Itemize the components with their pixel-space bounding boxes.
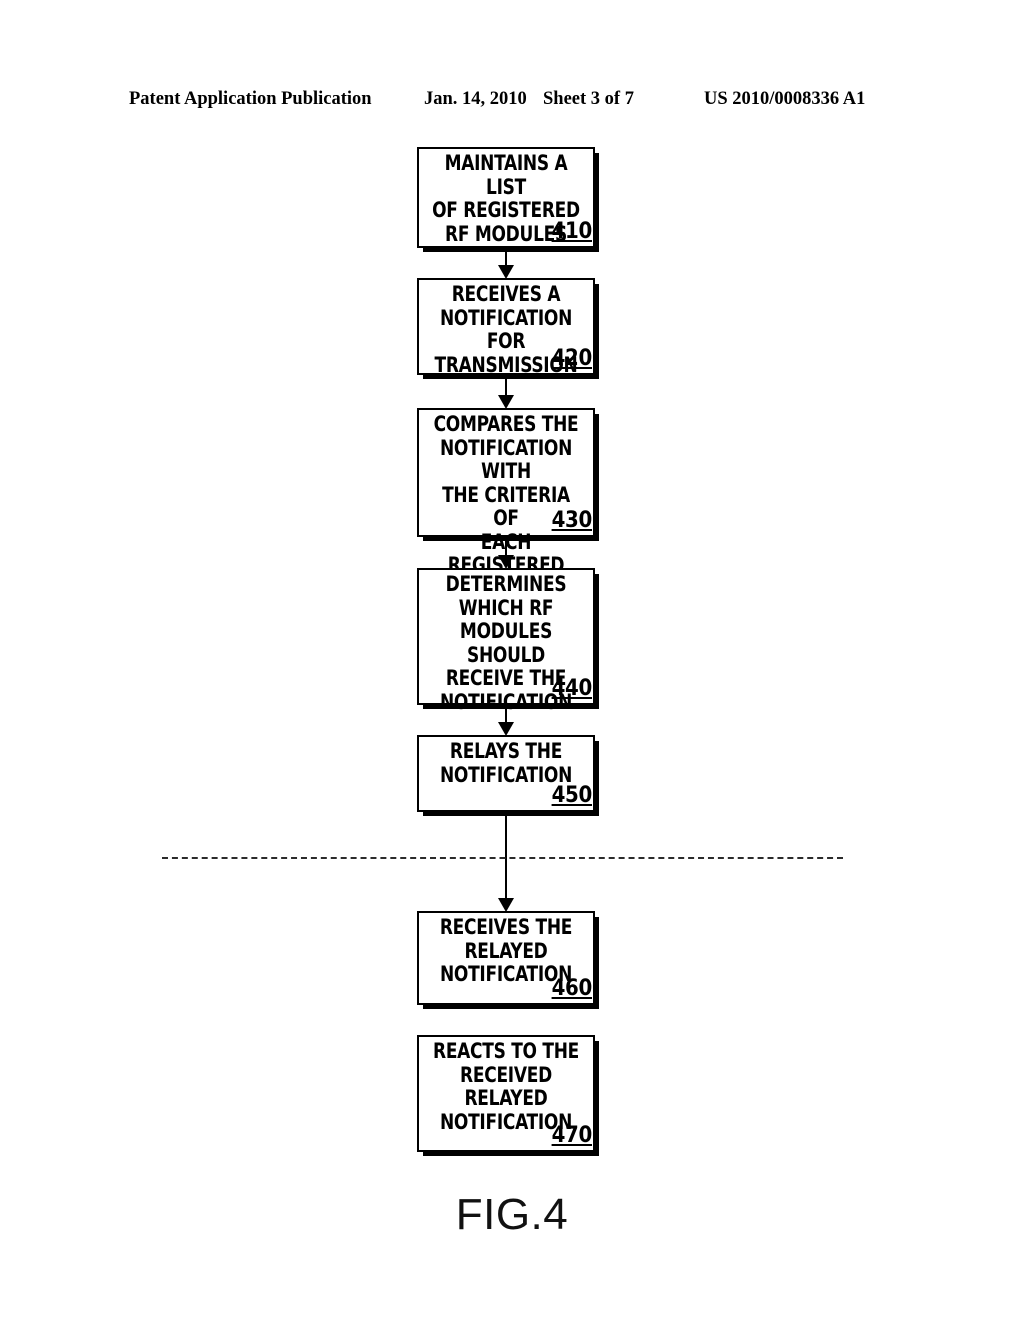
flowchart-node-reference-numeral: 430 [551,508,593,533]
flowchart-node-reference-numeral: 440 [551,676,593,701]
flowchart-node-450: RELAYS THE NOTIFICATION 450 [417,735,595,812]
flowchart-node-470: REACTS TO THE RECEIVED RELAYED NOTIFICAT… [417,1035,595,1152]
arrowhead-icon [498,395,514,409]
arrowhead-icon [498,265,514,279]
flowchart-node-reference-numeral: 420 [551,346,593,371]
flowchart-node-text: RELAYS THE NOTIFICATION [439,739,573,787]
patent-figure-page: Patent Application Publication Jan. 14, … [0,0,1024,1320]
flow-connector [504,375,508,397]
figure-caption: FIG.4 [455,1190,569,1239]
flowchart-node-reference-numeral: 470 [551,1123,593,1148]
arrowhead-icon [498,722,514,736]
flowchart-node-reference-numeral: 450 [551,783,593,808]
flowchart-node-440: DETERMINES WHICH RF MODULES SHOULD RECEI… [417,568,595,713]
flowchart-node-420: RECEIVES A NOTIFICATION FOR TRANSMISSION… [417,278,595,376]
flow-connector [504,812,508,900]
flowchart-node-410: MAINTAINS A LIST OF REGISTERED RF MODULE… [417,147,595,248]
flowchart-node-text: REACTS TO THE RECEIVED RELAYED NOTIFICAT… [432,1039,580,1134]
flowchart-boundary-divider [162,857,843,859]
flowchart-node-reference-numeral: 460 [551,976,593,1001]
flowchart-canvas: MAINTAINS A LIST OF REGISTERED RF MODULE… [0,0,1024,1320]
flowchart-node-430: COMPARES THE NOTIFICATION WITH THE CRITE… [417,408,595,600]
arrowhead-icon [498,898,514,912]
flowchart-node-reference-numeral: 410 [551,219,593,244]
flowchart-node-460: RECEIVES THE RELAYED NOTIFICATION 460 [417,911,595,1005]
